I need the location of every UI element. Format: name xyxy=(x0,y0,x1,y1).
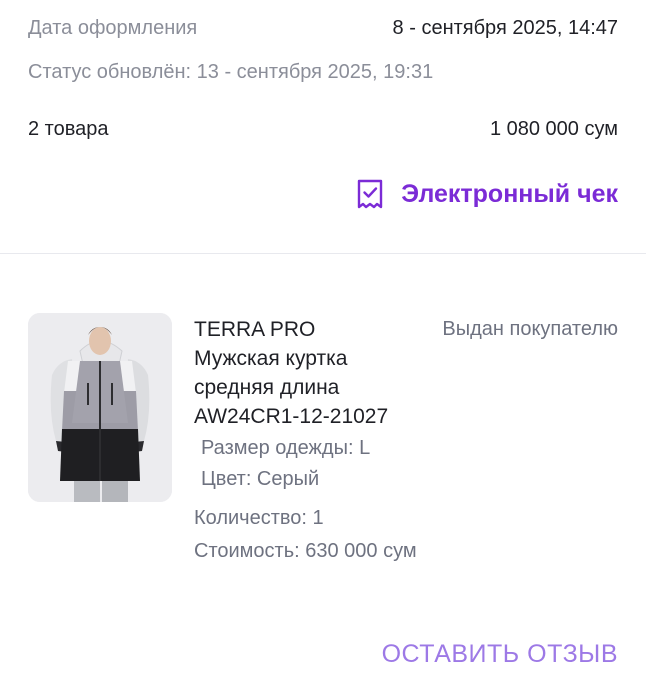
item-quantity: Количество: 1 xyxy=(194,507,324,529)
item-color: Цвет: Серый xyxy=(201,468,320,490)
product-title[interactable]: TERRA PRO Мужская куртка средняя длина A… xyxy=(194,315,388,431)
order-total: 1 080 000 сум xyxy=(489,118,618,140)
product-name-line1: Мужская куртка xyxy=(194,347,348,370)
electronic-receipt-link[interactable]: Электронный чек xyxy=(355,174,618,214)
product-brand: TERRA PRO xyxy=(194,318,316,341)
item-size: Размер одежды: L xyxy=(201,437,371,459)
item-status: Выдан покупателю xyxy=(442,318,618,340)
section-divider xyxy=(0,253,646,254)
order-date-label: Дата оформления xyxy=(28,17,198,39)
items-count: 2 товара xyxy=(28,118,109,140)
electronic-receipt-label: Электронный чек xyxy=(401,179,618,208)
product-sku: AW24CR1-12-21027 xyxy=(194,405,389,428)
jacket-photo xyxy=(28,313,172,502)
receipt-check-icon xyxy=(358,179,383,209)
product-name-line2: средняя длина xyxy=(194,376,340,399)
item-price: Стоимость: 630 000 сум xyxy=(194,540,417,562)
status-updated: Статус обновлён: 13 - сентября 2025, 19:… xyxy=(28,61,434,83)
order-date-value: 8 - сентября 2025, 14:47 xyxy=(392,17,618,39)
leave-review-button[interactable]: ОСТАВИТЬ ОТЗЫВ xyxy=(382,640,618,669)
product-image[interactable] xyxy=(28,313,172,502)
